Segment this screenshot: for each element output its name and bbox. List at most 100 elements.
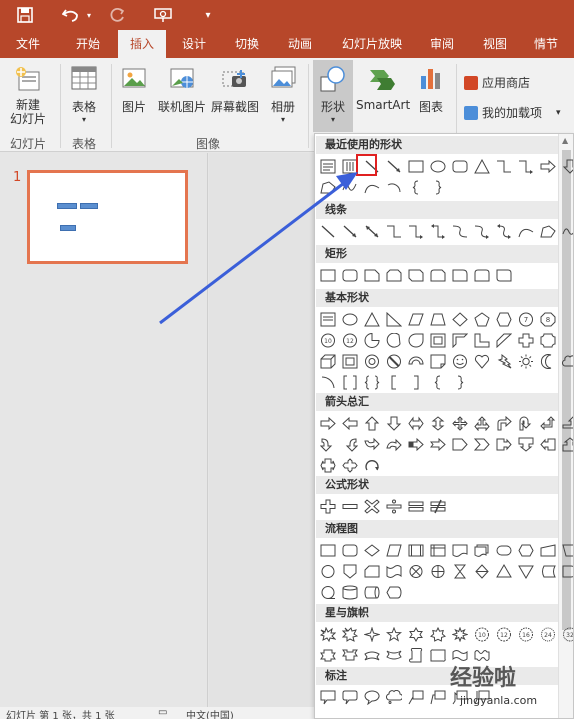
redo-icon[interactable] <box>108 5 128 25</box>
flowchart-manual-input-shape-icon[interactable] <box>537 540 558 560</box>
flowchart-manual-operation-shape-icon[interactable] <box>559 540 573 560</box>
line-callout-2-shape-icon[interactable] <box>427 687 448 707</box>
flowchart-multidocument-shape-icon[interactable] <box>471 540 492 560</box>
flowchart-magnetic-disk-shape-icon[interactable] <box>339 582 360 602</box>
curved-right-arrow-shape-icon[interactable] <box>317 434 338 454</box>
flowchart-document-shape-icon[interactable] <box>449 540 470 560</box>
diamond-shape-icon[interactable] <box>449 309 470 329</box>
flowchart-internal-storage-shape-icon[interactable] <box>427 540 448 560</box>
tab-slideshow[interactable]: 幻灯片放映 <box>336 30 408 58</box>
up-down-arrow-shape-icon[interactable] <box>427 413 448 433</box>
right-brace-shape-icon[interactable] <box>449 372 470 392</box>
double-bracket-shape-icon[interactable] <box>339 372 360 392</box>
slide-editing-area[interactable] <box>209 153 315 707</box>
new-slide-button[interactable]: 新建 幻灯片 <box>4 64 52 126</box>
quad-arrow-callout-shape-icon[interactable] <box>339 455 360 475</box>
curved-up-ribbon-shape-icon[interactable] <box>361 645 382 665</box>
elbow-arrow-connector-shape-icon[interactable] <box>515 156 536 176</box>
flowchart-terminator-shape-icon[interactable] <box>493 540 514 560</box>
5-point-star-shape-icon[interactable] <box>383 624 404 644</box>
block-arc-shape-icon[interactable] <box>405 351 426 371</box>
flowchart-preparation-shape-icon[interactable] <box>515 540 536 560</box>
triangle-shape-icon[interactable] <box>361 309 382 329</box>
snip-corner-rectangle-shape-icon[interactable] <box>361 265 382 285</box>
customize-qat-icon[interactable]: ▾ <box>202 5 214 25</box>
elbow-arrow-connector-shape-icon[interactable] <box>405 221 426 241</box>
scribble-shape-icon[interactable] <box>339 177 360 197</box>
tab-file[interactable]: 文件 <box>10 30 46 58</box>
24-point-star-shape-icon[interactable]: 24 <box>537 624 558 644</box>
album-button[interactable]: 相册 ▾ <box>265 64 301 124</box>
rectangle-shape-icon[interactable] <box>405 156 426 176</box>
right-brace-shape-icon[interactable] <box>427 177 448 197</box>
sun-shape-icon[interactable] <box>515 351 536 371</box>
scroll-up-icon[interactable]: ▲ <box>562 136 568 145</box>
scribble-shape-icon[interactable] <box>559 221 573 241</box>
heart-shape-icon[interactable] <box>471 351 492 371</box>
smiley-face-shape-icon[interactable] <box>449 351 470 371</box>
multiply-shape-icon[interactable] <box>361 496 382 516</box>
octagon-shape-icon[interactable]: 8 <box>537 309 558 329</box>
line-callout-1-shape-icon[interactable] <box>405 687 426 707</box>
cross-shape-icon[interactable] <box>515 330 536 350</box>
shapes-button[interactable]: 形状 ▾ <box>313 60 353 132</box>
equal-shape-icon[interactable] <box>405 496 426 516</box>
left-arrow-shape-icon[interactable] <box>339 413 360 433</box>
tab-home[interactable]: 开始 <box>70 30 106 58</box>
explosion-2-shape-icon[interactable] <box>339 624 360 644</box>
undo-icon[interactable] <box>60 5 82 25</box>
arrow-line-shape-icon[interactable] <box>383 156 404 176</box>
pentagon-shape-icon[interactable] <box>471 309 492 329</box>
tab-insert[interactable]: 插入 <box>118 30 166 58</box>
circular-arrow-shape-icon[interactable] <box>361 455 382 475</box>
right-bracket-shape-icon[interactable] <box>405 372 426 392</box>
round-single-corner-rectangle-shape-icon[interactable] <box>449 265 470 285</box>
screenshot-button[interactable]: 屏幕截图 <box>209 64 261 115</box>
vertical-scroll-shape-icon[interactable] <box>405 645 426 665</box>
half-frame-shape-icon[interactable] <box>449 330 470 350</box>
pentagon-arrow-shape-icon[interactable] <box>449 434 470 454</box>
flowchart-sequential-access-storage-shape-icon[interactable] <box>317 582 338 602</box>
parallelogram-shape-icon[interactable] <box>405 309 426 329</box>
l-shape-icon[interactable] <box>471 330 492 350</box>
oval-shape-icon[interactable] <box>339 309 360 329</box>
my-addins-button[interactable]: 我的加载项 ▾ <box>464 104 561 121</box>
round-same-side-rectangle-shape-icon[interactable] <box>471 265 492 285</box>
curved-double-arrow-connector-shape-icon[interactable] <box>493 221 514 241</box>
snip-round-rectangle-shape-icon[interactable] <box>427 265 448 285</box>
table-button[interactable]: 表格 ▾ <box>64 64 104 124</box>
left-up-arrow-shape-icon[interactable] <box>537 413 558 433</box>
chevron-shape-icon[interactable] <box>471 434 492 454</box>
horizontal-scroll-shape-icon[interactable] <box>427 645 448 665</box>
oval-callout-shape-icon[interactable] <box>361 687 382 707</box>
trapezoid-shape-icon[interactable] <box>427 309 448 329</box>
pie-shape-icon[interactable] <box>361 330 382 350</box>
bent-up-arrow-shape-icon[interactable] <box>559 413 573 433</box>
flowchart-process-shape-icon[interactable] <box>317 540 338 560</box>
curved-connector-shape-icon[interactable] <box>449 221 470 241</box>
frame-shape-icon[interactable] <box>427 330 448 350</box>
store-button[interactable]: 应用商店 <box>464 74 530 91</box>
quad-arrow-shape-icon[interactable] <box>449 413 470 433</box>
elbow-double-arrow-connector-shape-icon[interactable] <box>427 221 448 241</box>
flowchart-summing-junction-shape-icon[interactable] <box>405 561 426 581</box>
tab-transitions[interactable]: 切换 <box>229 30 265 58</box>
tab-storyboard[interactable]: 情节提要 <box>528 30 574 79</box>
notes-icon[interactable]: ▭ <box>158 707 167 718</box>
down-arrow-shape-icon[interactable] <box>559 156 573 176</box>
heptagon-shape-icon[interactable]: 7 <box>515 309 536 329</box>
flowchart-extract-shape-icon[interactable] <box>493 561 514 581</box>
flowchart-punched-tape-shape-icon[interactable] <box>383 561 404 581</box>
arrow-line-shape-icon[interactable] <box>339 221 360 241</box>
snip-diagonal-rectangle-shape-icon[interactable] <box>405 265 426 285</box>
dodecagon-shape-icon[interactable]: 12 <box>339 330 360 350</box>
flowchart-sort-shape-icon[interactable] <box>471 561 492 581</box>
flowchart-stored-data-shape-icon[interactable] <box>537 561 558 581</box>
right-arrow-callout-shape-icon[interactable] <box>493 434 514 454</box>
right-triangle-shape-icon[interactable] <box>383 309 404 329</box>
u-turn-arrow-shape-icon[interactable] <box>515 413 536 433</box>
moon-shape-icon[interactable] <box>537 351 558 371</box>
presentation-icon[interactable] <box>152 5 174 25</box>
flowchart-decision-shape-icon[interactable] <box>361 540 382 560</box>
tab-design[interactable]: 设计 <box>176 30 212 58</box>
